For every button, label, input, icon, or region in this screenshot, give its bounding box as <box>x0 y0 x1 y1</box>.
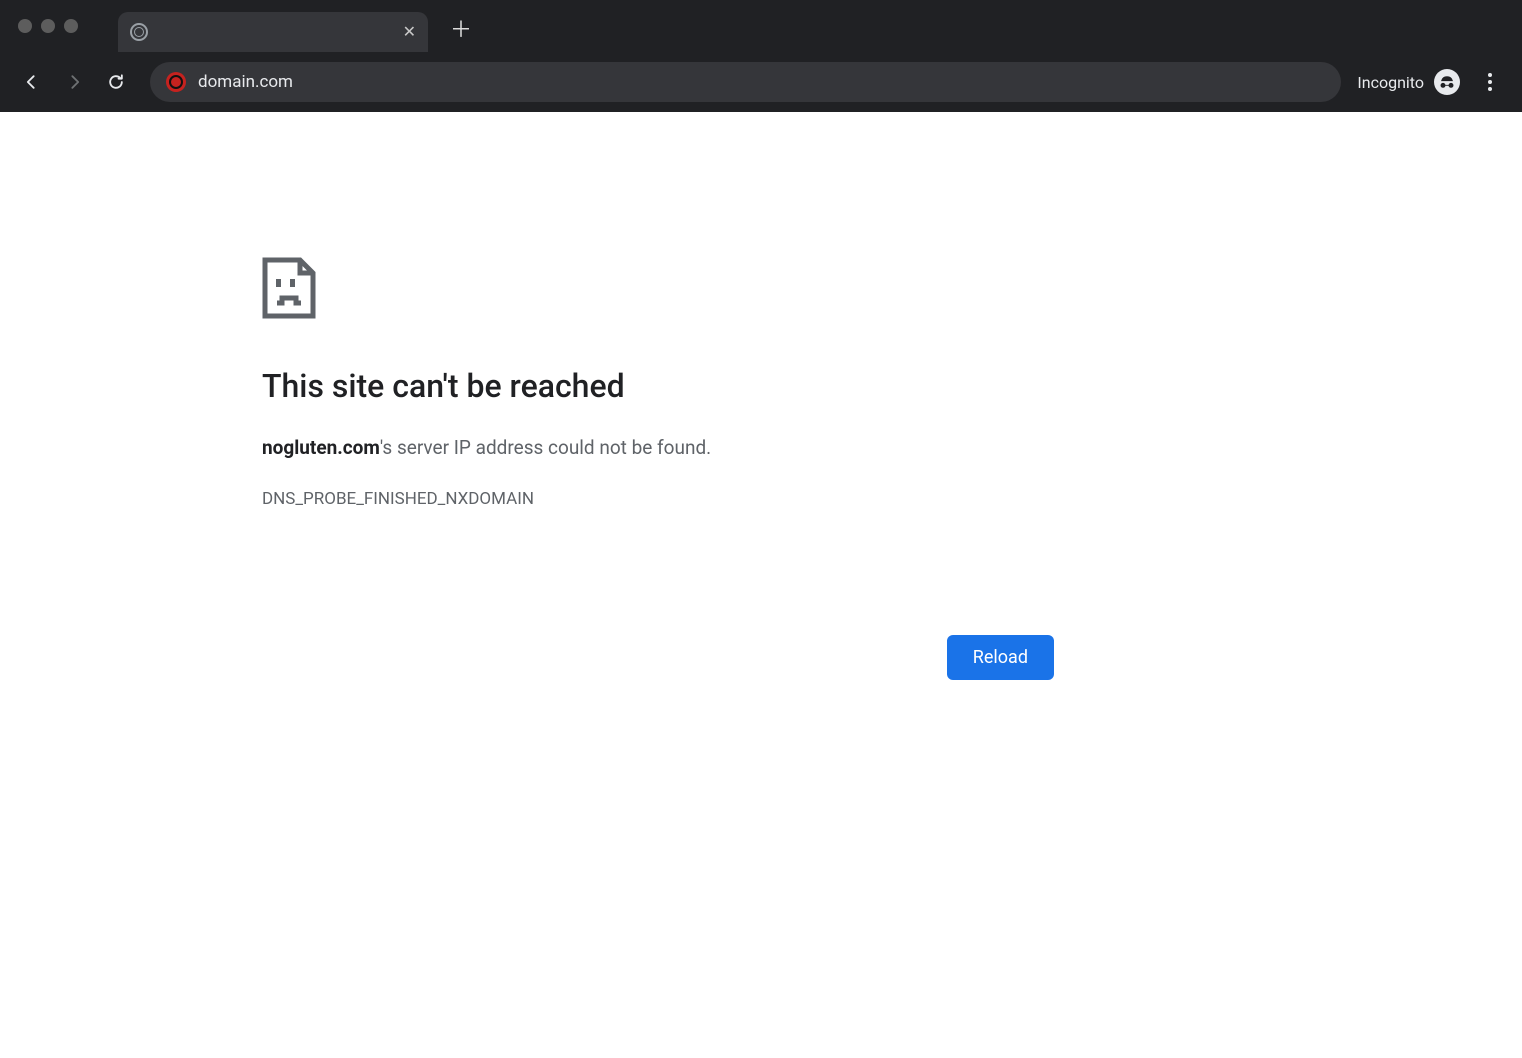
reload-button[interactable] <box>98 64 134 100</box>
browser-tab[interactable]: ✕ <box>118 12 428 52</box>
error-title: This site can't be reached <box>262 367 1054 405</box>
incognito-indicator[interactable]: Incognito <box>1357 69 1460 95</box>
window-close-icon[interactable] <box>18 19 32 33</box>
globe-icon <box>130 23 148 41</box>
reload-page-button[interactable]: Reload <box>947 635 1054 680</box>
address-bar[interactable]: domain.com <box>150 62 1341 102</box>
error-host: nogluten.com <box>262 436 380 459</box>
tab-strip: ✕ ＋ <box>0 0 1522 52</box>
arrow-right-icon <box>64 72 84 92</box>
error-code: DNS_PROBE_FINISHED_NXDOMAIN <box>262 489 1054 509</box>
window-minimize-icon[interactable] <box>41 19 55 33</box>
site-info-icon[interactable] <box>166 72 186 92</box>
back-button[interactable] <box>14 64 50 100</box>
window-zoom-icon[interactable] <box>64 19 78 33</box>
browser-chrome: ✕ ＋ domain.com Incognito <box>0 0 1522 112</box>
error-panel: This site can't be reached nogluten.com'… <box>262 257 1054 509</box>
reload-icon <box>106 72 126 92</box>
page-content: This site can't be reached nogluten.com'… <box>0 112 1522 1058</box>
forward-button <box>56 64 92 100</box>
error-message: nogluten.com's server IP address could n… <box>262 435 1054 461</box>
incognito-label: Incognito <box>1357 73 1424 92</box>
new-tab-button[interactable]: ＋ <box>450 20 472 42</box>
error-message-suffix: 's server IP address could not be found. <box>380 436 711 459</box>
address-bar-text: domain.com <box>198 72 293 92</box>
incognito-icon <box>1434 69 1460 95</box>
sad-page-icon <box>262 257 316 319</box>
arrow-left-icon <box>22 72 42 92</box>
close-tab-icon[interactable]: ✕ <box>403 24 416 40</box>
browser-menu-button[interactable] <box>1472 64 1508 100</box>
toolbar: domain.com Incognito <box>0 52 1522 112</box>
window-controls <box>18 19 78 33</box>
